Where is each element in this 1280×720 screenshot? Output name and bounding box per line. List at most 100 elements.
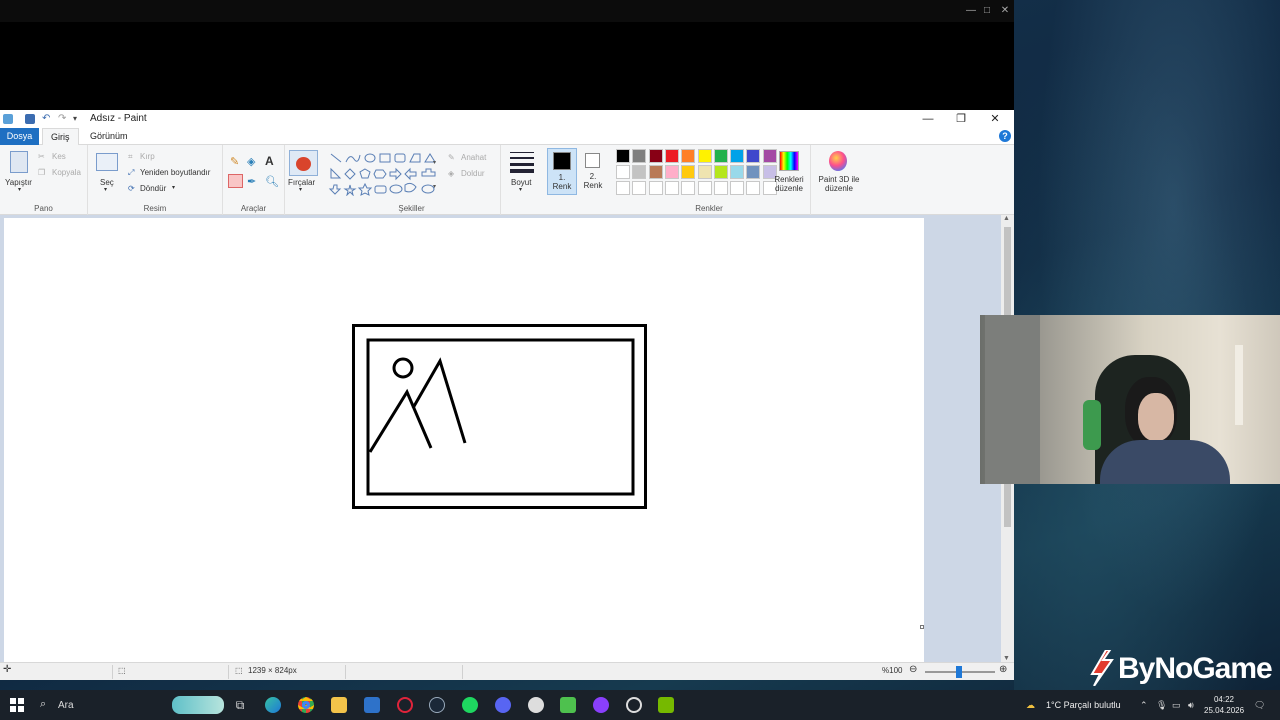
obs-icon[interactable] xyxy=(593,697,609,713)
outline-button[interactable]: Anahat xyxy=(461,153,486,162)
copy-button[interactable]: Kopyala xyxy=(52,168,81,177)
weather-icon[interactable]: ☁ xyxy=(1026,700,1036,710)
save-icon[interactable] xyxy=(25,114,35,124)
group-pano: Yapıştır ▾ ✂ Kes ❐ Kopyala Pano xyxy=(0,145,88,215)
palette-swatch[interactable] xyxy=(713,181,728,195)
file-explorer-icon[interactable] xyxy=(331,697,347,713)
undo-icon[interactable]: ↶ xyxy=(42,114,52,124)
palette-swatch[interactable] xyxy=(648,149,663,163)
drawing-canvas[interactable] xyxy=(4,218,924,662)
eraser-icon[interactable] xyxy=(228,174,243,188)
outer-minimize-button[interactable]: — xyxy=(964,4,978,18)
palette-swatch[interactable] xyxy=(664,181,679,195)
network-icon[interactable]: ▭ xyxy=(1172,700,1182,710)
palette-swatch[interactable] xyxy=(713,149,728,163)
taskbar-search[interactable]: ⌕ Ara xyxy=(30,690,230,720)
show-hidden-icons[interactable]: ⌃ xyxy=(1140,700,1150,710)
help-icon[interactable]: ? xyxy=(999,130,1011,142)
palette-swatch[interactable] xyxy=(746,181,761,195)
palette-swatch[interactable] xyxy=(762,149,777,163)
shapes-gallery[interactable] xyxy=(328,151,443,197)
palette-swatch[interactable] xyxy=(730,149,745,163)
canvas-resize-handle[interactable] xyxy=(920,625,924,629)
task-view-icon[interactable]: ⧉ xyxy=(232,697,248,713)
palette-swatch[interactable] xyxy=(746,165,761,179)
zoom-slider-thumb[interactable] xyxy=(956,666,962,678)
palette-swatch[interactable] xyxy=(664,149,679,163)
palette-swatch[interactable] xyxy=(681,149,696,163)
palette-swatch[interactable] xyxy=(664,165,679,179)
logo-text: ByNoGame xyxy=(1118,652,1273,685)
palette-swatch[interactable] xyxy=(697,149,712,163)
paint3d-icon[interactable] xyxy=(829,151,847,171)
redo-icon[interactable]: ↷ xyxy=(58,114,68,124)
speedometer-icon[interactable] xyxy=(626,697,642,713)
notifications-icon[interactable]: 🗨︎ xyxy=(1254,700,1265,710)
outer-close-button[interactable]: ✕ xyxy=(998,4,1012,18)
palette-swatch[interactable] xyxy=(632,165,647,179)
palette-swatch[interactable] xyxy=(616,181,630,195)
edit-colors-icon[interactable] xyxy=(779,151,799,171)
clock-time: 04:22 xyxy=(1213,695,1235,704)
palette-swatch[interactable] xyxy=(616,165,630,179)
steam-icon[interactable] xyxy=(429,697,445,713)
crop-button[interactable]: Kırp xyxy=(140,152,155,161)
palette-swatch[interactable] xyxy=(697,165,712,179)
volume-icon[interactable]: 🔊︎ xyxy=(1188,700,1198,710)
size-icon[interactable] xyxy=(510,152,534,173)
palette-swatch[interactable] xyxy=(632,181,647,195)
text-icon[interactable]: A xyxy=(265,154,274,168)
app-icon[interactable] xyxy=(528,697,544,713)
edge-icon[interactable] xyxy=(265,697,281,713)
zoom-in-icon[interactable]: ⊕ xyxy=(999,664,1007,675)
ribbon: Yapıştır ▾ ✂ Kes ❐ Kopyala Pano Seç ▾ ⌗ … xyxy=(0,145,1014,215)
tab-giris[interactable]: Giriş xyxy=(42,128,79,145)
palette-swatch[interactable] xyxy=(697,181,712,195)
palette-swatch[interactable] xyxy=(648,165,663,179)
zoom-out-icon[interactable]: ⊖ xyxy=(909,664,917,675)
palette-swatch[interactable] xyxy=(681,181,696,195)
close-button[interactable]: ✕ xyxy=(981,111,1009,127)
rotate-button[interactable]: Döndür xyxy=(140,184,166,193)
cut-button[interactable]: Kes xyxy=(52,152,66,161)
clock[interactable]: 04:22 25.04.2026 xyxy=(1204,694,1244,716)
outer-maximize-button[interactable]: □ xyxy=(980,4,994,18)
paint3d-button[interactable]: Paint 3D ile düzenle xyxy=(813,175,865,193)
palette-swatch[interactable] xyxy=(648,181,663,195)
fill-button[interactable]: Doldur xyxy=(461,169,485,178)
palette-swatch[interactable] xyxy=(681,165,696,179)
magnifier-icon[interactable]: 🔍︎ xyxy=(265,175,279,188)
opera-icon[interactable] xyxy=(397,697,413,713)
microphone-icon[interactable]: 🎙︎ xyxy=(1156,700,1167,710)
restore-button[interactable]: ❐ xyxy=(947,111,975,127)
chrome-icon[interactable] xyxy=(298,697,314,713)
customize-qa-icon[interactable]: ▾ xyxy=(73,114,83,124)
edit-colors-button[interactable]: Renkleri düzenle xyxy=(769,175,809,193)
color-picker-icon[interactable]: ✒ xyxy=(247,175,256,188)
palette-swatch[interactable] xyxy=(713,165,728,179)
palette-swatch[interactable] xyxy=(730,181,745,195)
palette-swatch[interactable] xyxy=(730,165,745,179)
outlook-icon[interactable] xyxy=(364,697,380,713)
fill-icon[interactable]: ◈ xyxy=(247,155,255,168)
tab-dosya[interactable]: Dosya xyxy=(0,128,39,145)
color2-selector[interactable]: 2. Renk xyxy=(580,148,608,195)
spotify-icon[interactable] xyxy=(462,697,478,713)
paste-icon[interactable] xyxy=(10,151,28,173)
start-button[interactable] xyxy=(10,698,24,712)
pencil-icon[interactable]: ✎ xyxy=(230,155,239,168)
group-araclar: ✎ ◈ A ✒ 🔍︎ Araçlar xyxy=(223,145,285,215)
brushes-icon[interactable] xyxy=(289,150,318,176)
palette-swatch[interactable] xyxy=(632,149,647,163)
tab-gorunum[interactable]: Görünüm xyxy=(82,128,136,145)
nvidia-icon[interactable] xyxy=(658,697,674,713)
select-icon[interactable] xyxy=(96,153,118,171)
weather-text[interactable]: 1°C Parçalı bulutlu xyxy=(1046,700,1121,710)
palette-swatch[interactable] xyxy=(746,149,761,163)
resize-button[interactable]: Yeniden boyutlandır xyxy=(140,168,210,177)
palette-swatch[interactable] xyxy=(616,149,630,163)
color1-selector[interactable]: 1. Renk xyxy=(547,148,577,195)
game-launcher-icon[interactable] xyxy=(560,697,576,713)
minimize-button[interactable]: — xyxy=(914,111,942,127)
discord-icon[interactable] xyxy=(495,697,511,713)
